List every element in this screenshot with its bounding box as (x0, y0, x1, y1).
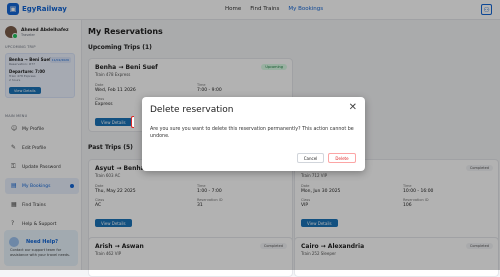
cancel-button[interactable]: Cancel (297, 153, 324, 163)
dialog-title: Delete reservation (150, 105, 234, 115)
close-icon[interactable]: ✕ (349, 102, 357, 113)
delete-button-edge (131, 116, 134, 128)
delete-reservation-dialog: Delete reservation ✕ Are you sure you wa… (142, 97, 365, 171)
delete-button[interactable]: Delete (328, 153, 356, 163)
dialog-message: Are you sure you want to delete this res… (150, 127, 354, 139)
